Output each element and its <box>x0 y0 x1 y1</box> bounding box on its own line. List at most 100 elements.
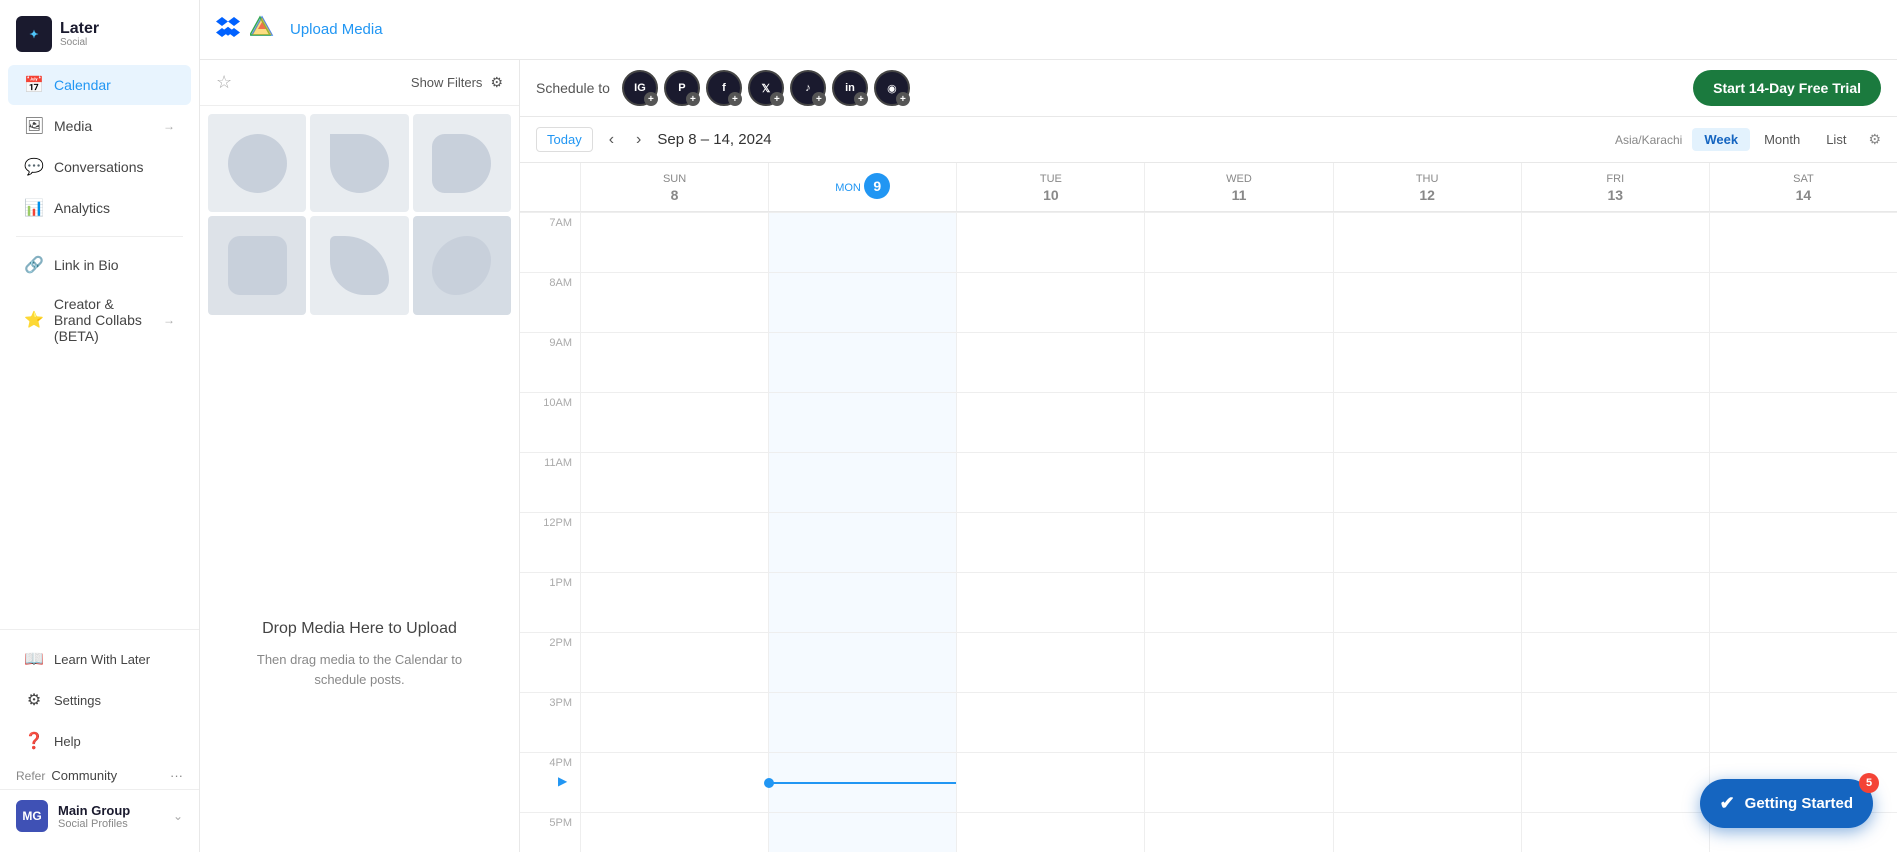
refer-community-link[interactable]: Community <box>51 768 117 783</box>
media-thumb[interactable] <box>310 216 408 314</box>
sidebar-item-link-in-bio[interactable]: 🔗 Link in Bio <box>8 245 191 285</box>
calendar-cell[interactable] <box>581 692 768 752</box>
media-thumb[interactable] <box>208 114 306 212</box>
dropbox-icon[interactable] <box>216 15 240 45</box>
calendar-cell[interactable] <box>1522 632 1709 692</box>
sidebar-item-analytics[interactable]: 📊 Analytics <box>8 188 191 228</box>
calendar-cell[interactable] <box>1710 212 1897 272</box>
day-col-wed[interactable] <box>1144 212 1332 852</box>
calendar-cell[interactable] <box>1145 272 1332 332</box>
day-col-tue[interactable] <box>956 212 1144 852</box>
sidebar-item-creator-brand[interactable]: ⭐ Creator & Brand Collabs (BETA) → <box>8 286 191 354</box>
calendar-cell[interactable] <box>957 632 1144 692</box>
calendar-cell[interactable] <box>1522 572 1709 632</box>
calendar-cell[interactable] <box>769 812 956 852</box>
sidebar-item-learn[interactable]: 📖 Learn With Later <box>8 639 191 679</box>
day-col-sat[interactable] <box>1709 212 1897 852</box>
sidebar-item-help[interactable]: ❓ Help <box>8 721 191 761</box>
calendar-settings-button[interactable]: ⚙ <box>1868 131 1881 148</box>
sidebar-item-settings[interactable]: ⚙ Settings <box>8 680 191 720</box>
calendar-cell[interactable] <box>1522 812 1709 852</box>
calendar-cell[interactable] <box>957 512 1144 572</box>
gdrive-icon[interactable] <box>250 15 274 45</box>
calendar-cell[interactable] <box>1145 752 1332 812</box>
calendar-cell[interactable] <box>1522 752 1709 812</box>
media-thumb[interactable] <box>413 216 511 314</box>
day-col-thu[interactable] <box>1333 212 1521 852</box>
calendar-cell[interactable] <box>1334 812 1521 852</box>
sidebar-item-calendar[interactable]: 📅 Calendar <box>8 65 191 105</box>
trial-button[interactable]: Start 14-Day Free Trial <box>1693 70 1881 106</box>
calendar-cell[interactable] <box>1710 332 1897 392</box>
today-button[interactable]: Today <box>536 127 593 152</box>
calendar-cell[interactable] <box>581 632 768 692</box>
calendar-cell[interactable] <box>1522 452 1709 512</box>
calendar-cell[interactable] <box>581 752 768 812</box>
calendar-cell[interactable] <box>957 572 1144 632</box>
calendar-cell[interactable] <box>957 752 1144 812</box>
getting-started-button[interactable]: ✔ Getting Started 5 <box>1700 779 1873 828</box>
calendar-cell[interactable] <box>957 212 1144 272</box>
calendar-cell[interactable] <box>1710 692 1897 752</box>
more-options-icon[interactable]: ··· <box>170 768 183 783</box>
month-view-tab[interactable]: Month <box>1752 128 1812 151</box>
day-col-mon[interactable] <box>768 212 956 852</box>
calendar-cell[interactable] <box>957 272 1144 332</box>
calendar-cell[interactable] <box>1334 332 1521 392</box>
calendar-cell[interactable] <box>769 632 956 692</box>
social-account-other[interactable]: ◉ + <box>874 70 910 106</box>
calendar-cell[interactable] <box>1145 452 1332 512</box>
calendar-cell[interactable] <box>581 452 768 512</box>
calendar-cell[interactable] <box>1334 692 1521 752</box>
calendar-cell[interactable] <box>769 392 956 452</box>
calendar-cell[interactable] <box>1334 632 1521 692</box>
calendar-cell[interactable] <box>769 512 956 572</box>
calendar-cell[interactable] <box>581 272 768 332</box>
show-filters-button[interactable]: Show Filters ⚙ <box>411 74 503 91</box>
calendar-cell[interactable] <box>1334 752 1521 812</box>
calendar-cell[interactable] <box>957 452 1144 512</box>
calendar-cell[interactable] <box>1710 632 1897 692</box>
social-account-twitter[interactable]: 𝕏 + <box>748 70 784 106</box>
social-account-pinterest[interactable]: P + <box>664 70 700 106</box>
social-account-instagram[interactable]: IG + <box>622 70 658 106</box>
calendar-cell[interactable] <box>769 572 956 632</box>
calendar-cell[interactable] <box>1145 212 1332 272</box>
sidebar-item-conversations[interactable]: 💬 Conversations <box>8 147 191 187</box>
social-account-linkedin[interactable]: in + <box>832 70 868 106</box>
calendar-cell[interactable] <box>1334 272 1521 332</box>
calendar-cell[interactable] <box>581 572 768 632</box>
calendar-cell[interactable] <box>1145 812 1332 852</box>
day-col-sun[interactable] <box>580 212 768 852</box>
calendar-cell[interactable] <box>1145 692 1332 752</box>
calendar-cell[interactable] <box>957 392 1144 452</box>
social-account-tiktok[interactable]: ♪ + <box>790 70 826 106</box>
calendar-cell[interactable] <box>1334 512 1521 572</box>
sidebar-item-media[interactable]: 🖼 Media → <box>8 106 191 146</box>
social-account-facebook[interactable]: f + <box>706 70 742 106</box>
calendar-cell[interactable] <box>581 332 768 392</box>
calendar-cell[interactable] <box>769 692 956 752</box>
main-group-row[interactable]: MG Main Group Social Profiles ⌄ <box>0 789 199 842</box>
day-col-fri[interactable] <box>1521 212 1709 852</box>
calendar-cell[interactable] <box>1145 512 1332 572</box>
calendar-cell[interactable] <box>581 512 768 572</box>
calendar-cell[interactable] <box>1334 572 1521 632</box>
calendar-cell[interactable] <box>769 332 956 392</box>
calendar-cell[interactable] <box>581 212 768 272</box>
calendar-cell[interactable] <box>957 332 1144 392</box>
calendar-cell[interactable] <box>1334 392 1521 452</box>
calendar-cell[interactable] <box>957 812 1144 852</box>
calendar-cell[interactable] <box>1710 392 1897 452</box>
calendar-cell[interactable] <box>1145 332 1332 392</box>
prev-week-button[interactable]: ‹ <box>603 129 620 151</box>
calendar-cell[interactable] <box>1710 452 1897 512</box>
week-view-tab[interactable]: Week <box>1692 128 1750 151</box>
next-week-button[interactable]: › <box>630 129 647 151</box>
calendar-cell[interactable] <box>1522 692 1709 752</box>
calendar-cell[interactable] <box>1710 572 1897 632</box>
calendar-cell[interactable] <box>769 212 956 272</box>
calendar-cell[interactable] <box>1710 272 1897 332</box>
calendar-cell[interactable] <box>1522 272 1709 332</box>
calendar-cell[interactable] <box>1334 452 1521 512</box>
